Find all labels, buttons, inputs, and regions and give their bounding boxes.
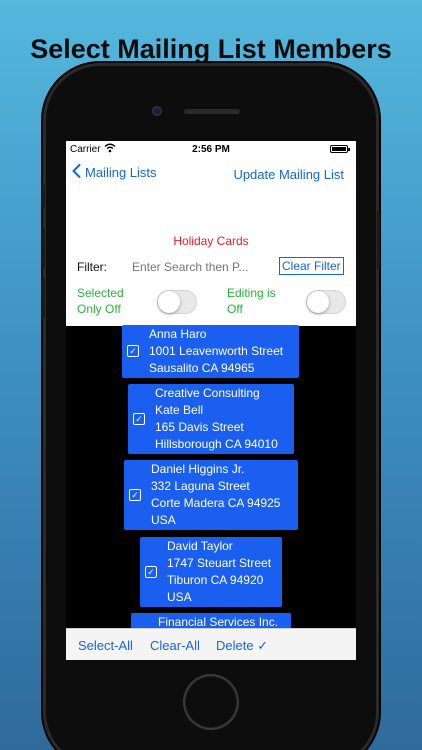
contact-card[interactable]: ✓ Creative Consulting Kate Bell 165 Davi…: [128, 384, 294, 454]
contact-card[interactable]: ✓ Anna Haro 1001 Leavenworth Street Saus…: [122, 325, 299, 378]
contact-line: USA: [151, 513, 176, 527]
headline: Select Mailing List Members: [30, 34, 392, 64]
filter-input[interactable]: [132, 258, 262, 276]
contact-line: Creative Consulting: [155, 386, 260, 400]
checkbox-checked-icon[interactable]: ✓: [127, 345, 139, 357]
clear-all-button[interactable]: Clear-All: [150, 638, 200, 653]
power-button: [377, 210, 380, 270]
mute-switch: [42, 185, 45, 207]
volume-down-button: [42, 278, 45, 318]
delete-button[interactable]: Delete ✓: [216, 638, 268, 654]
app-screen: Carrier 2:56 PM Mailing Lists Update Mai…: [66, 141, 356, 660]
status-bar: Carrier 2:56 PM: [66, 141, 356, 157]
select-all-button[interactable]: Select-All: [78, 638, 133, 653]
contact-line: Hillsborough CA 94010: [155, 437, 278, 451]
editing-switch[interactable]: [306, 290, 346, 314]
chevron-left-icon: [72, 163, 81, 180]
volume-up-button: [42, 228, 45, 268]
editing-label-line2: Off: [227, 302, 243, 316]
contact-line: David Taylor: [167, 539, 233, 553]
home-button[interactable]: [185, 676, 237, 728]
contact-line: Anna Haro: [149, 327, 207, 341]
selected-only-label: Selected Only Off: [77, 285, 124, 317]
contact-card[interactable]: ✓ David Taylor 1747 Steuart Street Tibur…: [140, 537, 282, 607]
bottom-toolbar: Select-All Clear-All Delete ✓: [66, 628, 356, 660]
contact-line: Sausalito CA 94965: [149, 361, 255, 375]
back-button-label: Mailing Lists: [85, 165, 157, 180]
back-button[interactable]: Mailing Lists: [72, 163, 157, 180]
selected-only-switch[interactable]: [157, 290, 197, 314]
contact-line: 1001 Leavenworth Street: [149, 344, 284, 358]
selected-only-label-line2: Only Off: [77, 302, 121, 316]
contact-line: Tiburon CA 94920: [167, 573, 264, 587]
editing-label: Editing is Off: [227, 285, 276, 317]
clear-filter-button[interactable]: Clear Filter: [279, 257, 344, 275]
contact-line: 1747 Steuart Street: [167, 556, 272, 570]
checkbox-checked-icon[interactable]: ✓: [129, 489, 141, 501]
selected-only-label-line1: Selected: [77, 286, 124, 300]
contact-line: Corte Madera CA 94925: [151, 496, 281, 510]
contact-card[interactable]: ✓ Daniel Higgins Jr. 332 Laguna Street C…: [124, 460, 298, 530]
update-mailing-list-button[interactable]: Update Mailing List: [233, 167, 344, 182]
checkbox-checked-icon[interactable]: ✓: [133, 413, 145, 425]
contact-line: Daniel Higgins Jr.: [151, 462, 245, 476]
contact-line: 332 Laguna Street: [151, 479, 250, 493]
mailing-list-name: Holiday Cards: [173, 234, 249, 248]
filter-label: Filter:: [77, 260, 107, 274]
contact-line: 165 Davis Street: [155, 420, 244, 434]
contact-line: USA: [167, 590, 192, 604]
checkbox-checked-icon[interactable]: ✓: [145, 566, 157, 578]
editing-label-line1: Editing is: [227, 286, 276, 300]
front-camera: [152, 106, 162, 116]
earpiece-speaker: [184, 109, 240, 114]
header-panel: Mailing Lists Update Mailing List Holida…: [66, 157, 356, 326]
contact-line: Kate Bell: [155, 403, 204, 417]
battery-icon: [330, 145, 350, 153]
status-time: 2:56 PM: [192, 144, 230, 155]
